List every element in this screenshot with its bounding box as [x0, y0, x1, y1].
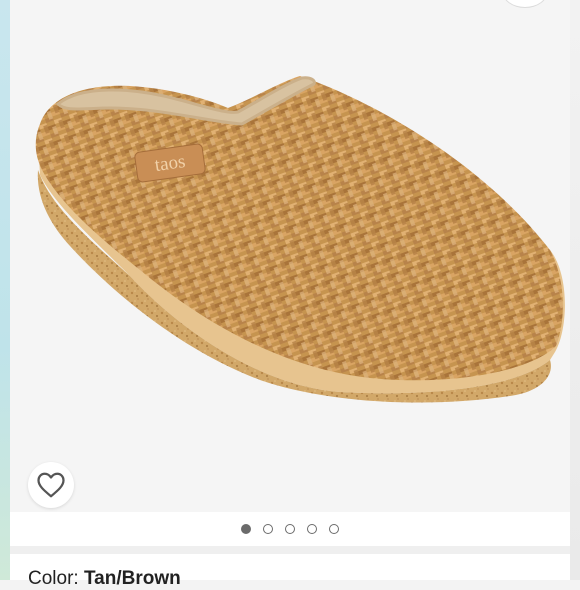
carousel-dot-4[interactable]: [307, 524, 317, 534]
carousel-dot-5[interactable]: [329, 524, 339, 534]
heart-outline-icon: [37, 472, 65, 498]
section-divider: [10, 546, 570, 554]
product-image-carousel[interactable]: taos: [10, 0, 570, 512]
color-row: Color: Tan/Brown: [28, 568, 181, 590]
right-edge: [570, 0, 580, 580]
color-label: Color:: [28, 568, 79, 589]
product-card: taos Color: Tan/Brown: [10, 0, 570, 589]
like-button[interactable]: [28, 462, 74, 508]
carousel-dot-1[interactable]: [241, 524, 251, 534]
color-value: Tan/Brown: [83, 568, 181, 589]
product-image: taos: [35, 76, 565, 403]
carousel-indicators: [10, 512, 570, 546]
svg-text:taos: taos: [153, 151, 186, 176]
left-edge: [0, 0, 10, 580]
carousel-dot-3[interactable]: [285, 524, 295, 534]
carousel-dot-2[interactable]: [263, 524, 273, 534]
